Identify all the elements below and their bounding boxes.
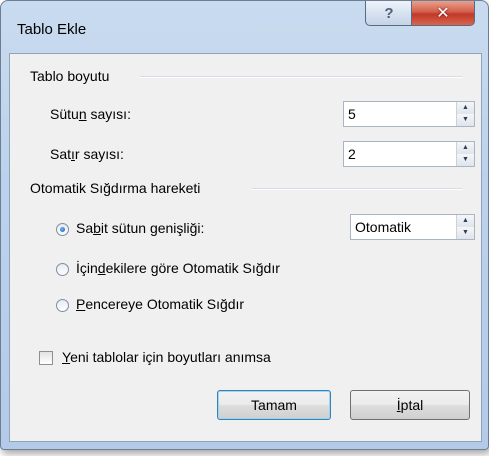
help-button[interactable]: ? <box>365 1 413 26</box>
close-button[interactable]: ✕ <box>411 1 475 26</box>
spin-down-icon[interactable]: ▼ <box>457 154 474 166</box>
remember-accesskey: Y <box>62 349 71 365</box>
fixed-width-spin-arrows: ▲ ▼ <box>456 215 474 239</box>
rows-spin-arrows: ▲ ▼ <box>456 142 474 166</box>
cancel-button[interactable]: İptal <box>350 390 470 420</box>
cancel-label-part: ptal <box>400 397 424 413</box>
dialog-title: Tablo Ekle <box>17 21 87 38</box>
ok-button-label: Tamam <box>251 397 297 413</box>
remember-label-part: eni tablolar için boyutları anımsa <box>70 349 271 365</box>
rows-label: Satır sayısı: <box>50 146 124 162</box>
option-label-part: it sütun genişliği: <box>100 220 205 236</box>
table-size-group-label: Tablo boyutu <box>30 68 110 84</box>
option-label-part: Sa <box>76 220 94 236</box>
remember-dimensions-checkbox[interactable] <box>39 351 53 365</box>
columns-label: Sütun sayısı: <box>50 106 131 122</box>
fixed-width-radio[interactable] <box>56 223 69 236</box>
spin-down-icon[interactable]: ▼ <box>457 114 474 126</box>
rows-label-part: Sat <box>50 146 72 162</box>
columns-label-part: sayısı: <box>86 106 131 122</box>
radio-selected-dot <box>60 227 65 232</box>
rows-value[interactable]: 2 <box>348 146 356 162</box>
fixed-width-spinner[interactable]: Otomatik ▲ ▼ <box>350 214 475 240</box>
option-accesskey: P <box>76 296 86 312</box>
group-separator <box>140 76 462 78</box>
columns-spinner[interactable]: 5 ▲ ▼ <box>343 101 475 127</box>
rows-spinner[interactable]: 2 ▲ ▼ <box>343 141 475 167</box>
columns-value[interactable]: 5 <box>348 106 356 122</box>
remember-dimensions-label[interactable]: Yeni tablolar için boyutları anımsa <box>62 349 271 365</box>
autofit-window-label[interactable]: Pencereye Otomatik Sığdır <box>76 296 244 312</box>
autofit-contents-label[interactable]: İçindekilere göre Otomatik Sığdır <box>76 260 280 276</box>
option-label-part: ekilere göre Otomatik Sığdır <box>105 260 280 276</box>
title-bar[interactable]: Tablo Ekle ? ✕ <box>1 1 488 53</box>
insert-table-dialog: Tablo Ekle ? ✕ Tablo boyutu Sütun sayısı… <box>0 0 489 450</box>
columns-spin-arrows: ▲ ▼ <box>456 102 474 126</box>
option-label-part: encereye Otomatik Sığdır <box>85 296 245 312</box>
columns-label-part: Sütu <box>50 106 79 122</box>
autofit-window-radio[interactable] <box>56 299 69 312</box>
option-label-part: İçin <box>76 260 98 276</box>
group-separator <box>252 188 462 190</box>
autofit-group-label: Otomatik Sığdırma hareketi <box>30 180 201 196</box>
close-icon: ✕ <box>436 5 450 22</box>
cancel-button-label: İptal <box>397 397 423 413</box>
spin-down-icon[interactable]: ▼ <box>457 227 474 239</box>
option-accesskey: d <box>97 260 106 276</box>
autofit-contents-radio[interactable] <box>56 263 69 276</box>
columns-label-accesskey: n <box>78 106 87 122</box>
fixed-width-label[interactable]: Sabit sütun genişliği: <box>76 220 204 236</box>
help-icon: ? <box>384 4 394 22</box>
fixed-width-value[interactable]: Otomatik <box>355 219 411 235</box>
dialog-body: Tablo boyutu Sütun sayısı: 5 ▲ ▼ Satır s… <box>9 53 482 442</box>
option-accesskey: b <box>93 220 101 236</box>
ok-button[interactable]: Tamam <box>217 390 331 420</box>
rows-label-part: r sayısı: <box>74 146 124 162</box>
